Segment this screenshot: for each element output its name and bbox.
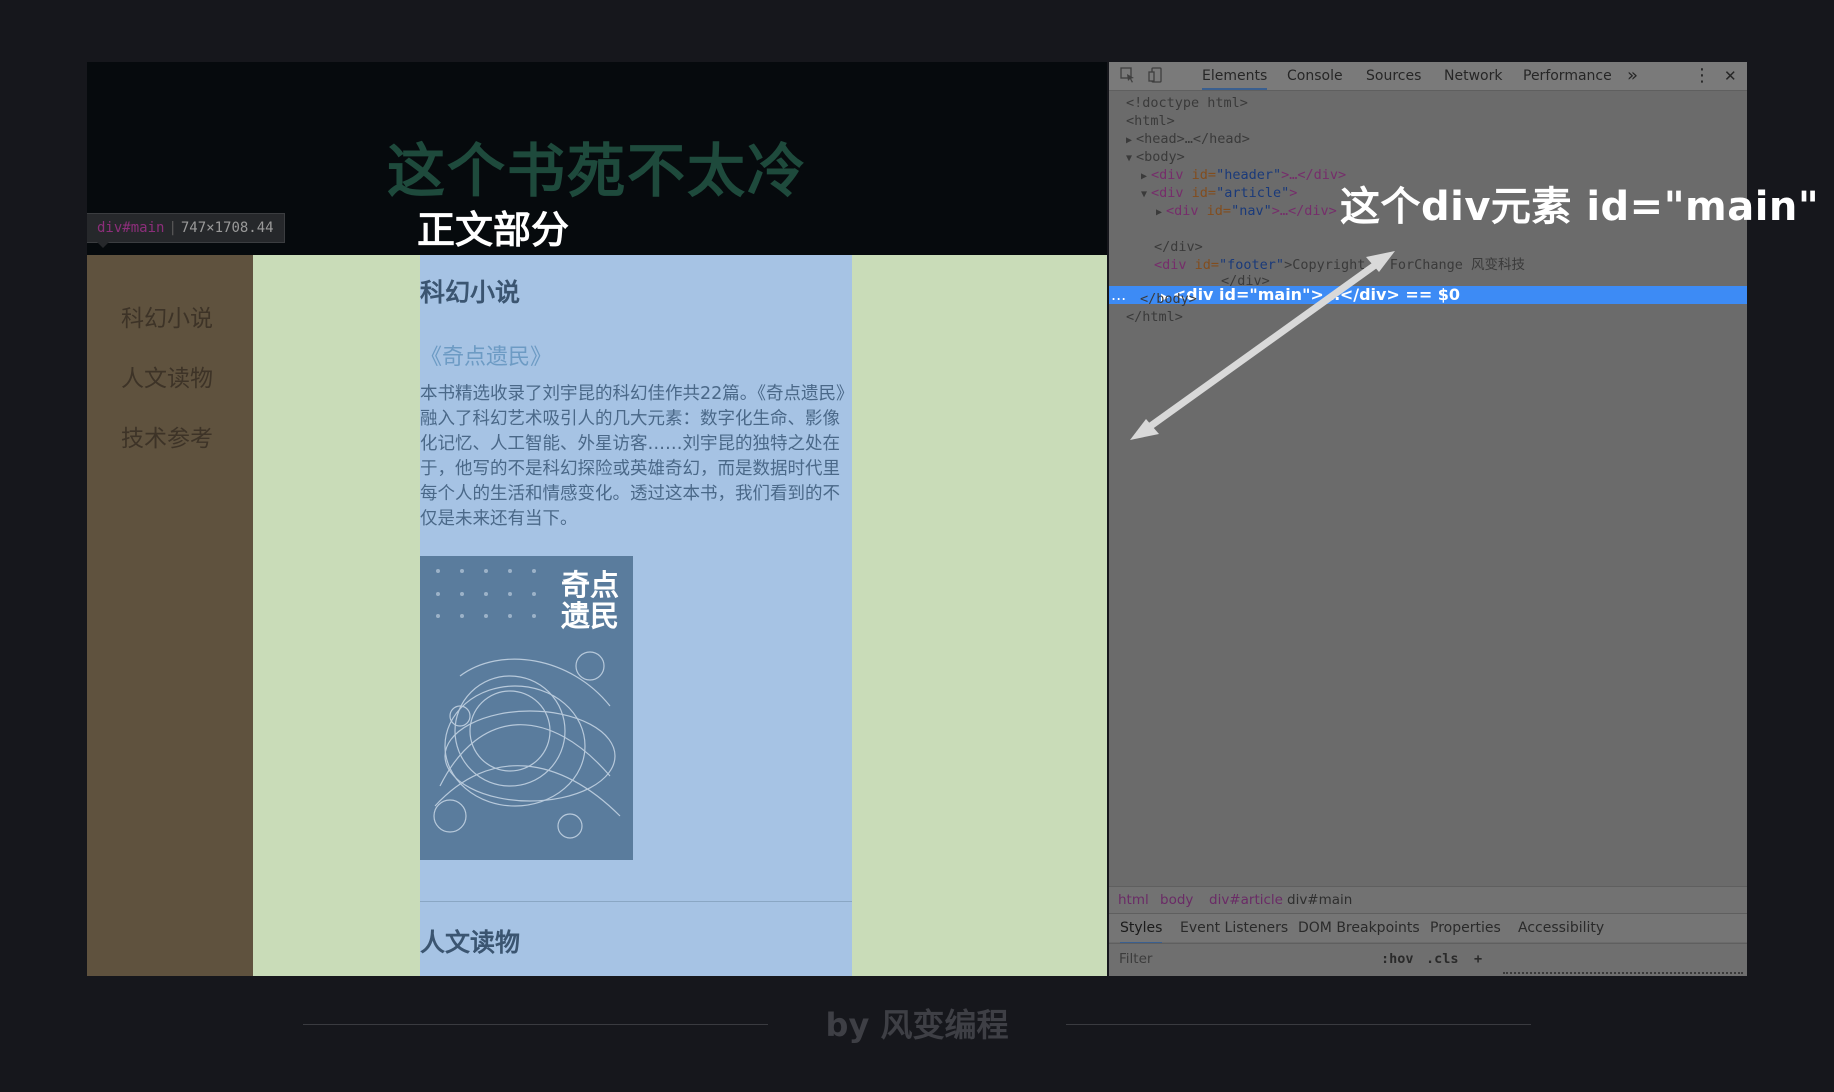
main-margin-left (253, 255, 420, 976)
node-header-div[interactable]: ▶ <div id="header">…</div> (1141, 166, 1346, 184)
hover-state-toggle[interactable]: :hov (1381, 944, 1414, 974)
device-toolbar-icon[interactable] (1147, 66, 1165, 89)
subtab-styles[interactable]: Styles (1120, 914, 1163, 944)
site-title: 这个书苑不太冷 (386, 137, 807, 205)
cover-title-line-2: 遗民 (560, 599, 619, 633)
filter-input[interactable]: Filter (1119, 944, 1152, 974)
node-tag: <div (1151, 185, 1192, 201)
nav-item-humanities[interactable]: 人文读物 (121, 359, 213, 393)
node-attr: id= (1206, 203, 1232, 219)
new-rule-button[interactable]: + (1474, 944, 1482, 974)
node-attr: id= (1191, 185, 1217, 201)
node-value: "footer" (1219, 257, 1285, 273)
section-heading-scifi: 科幻小说 (420, 278, 521, 307)
node-rest: >…</div> (1271, 203, 1337, 219)
node-body-text: <body> (1136, 149, 1185, 165)
book-title[interactable]: 《奇点遗民》 (420, 339, 552, 371)
section-caption: 正文部分 (417, 208, 570, 252)
node-article-close[interactable]: </div> (1154, 238, 1203, 256)
node-tag: <div (1151, 167, 1192, 183)
tooltip-separator: | (168, 220, 177, 236)
main-margin-right (852, 255, 1107, 976)
node-value: "article" (1216, 185, 1290, 201)
close-icon[interactable]: ✕ (1724, 62, 1737, 90)
node-body-close[interactable]: </body> (1140, 290, 1197, 308)
node-rest: > (1289, 185, 1298, 201)
element-tag-label: div#main (97, 220, 165, 236)
node-main-div[interactable]: ▶ <div id="main">…</div> == $0 (1161, 286, 1460, 304)
menu-icon[interactable]: ⋮ (1693, 62, 1711, 90)
element-size-tooltip: div#main | 747×1708.44 (87, 213, 285, 248)
node-attr: id= (1191, 167, 1217, 183)
nav-item-scifi[interactable]: 科幻小说 (121, 299, 213, 333)
breadcrumb-article[interactable]: div#article (1209, 887, 1283, 913)
node-main-div-text: <div id="main">…</div> == $0 (1172, 285, 1461, 304)
tab-sources[interactable]: Sources (1366, 62, 1421, 90)
node-head-text: <head>…</head> (1136, 131, 1250, 147)
node-value: "header" (1216, 167, 1282, 183)
element-size-label: 747×1708.44 (180, 220, 274, 236)
node-rest: >Copyright © ForChange 风变科技 (1284, 257, 1525, 273)
breadcrumb-body[interactable]: body (1160, 887, 1193, 913)
tab-elements[interactable]: Elements (1202, 62, 1268, 90)
node-footer-div[interactable]: <div id="footer">Copyright © ForChange 风… (1154, 256, 1525, 274)
subtab-event-listeners[interactable]: Event Listeners (1180, 914, 1288, 942)
annotation-callout: 这个div元素 id="main" (1340, 184, 1820, 230)
nav-column: 科幻小说 人文读物 技术参考 (87, 255, 253, 976)
node-options-icon[interactable]: ... (1111, 286, 1126, 304)
section-divider (420, 901, 852, 902)
node-body[interactable]: ▼ <body> (1126, 148, 1185, 166)
node-html[interactable]: <html> (1126, 112, 1175, 130)
section-heading-humanities: 人文读物 (420, 928, 521, 957)
breadcrumb-html[interactable]: html (1118, 887, 1149, 913)
footer-credit: by 风变编程 (825, 1006, 1009, 1044)
more-tabs-icon[interactable]: » (1627, 62, 1638, 90)
node-rest: >…</div> (1281, 167, 1347, 183)
book-cover-image: 奇点 遗民 (420, 556, 633, 860)
tab-network[interactable]: Network (1444, 62, 1502, 90)
node-tag: <div (1154, 257, 1195, 273)
cover-title: 奇点 遗民 (561, 570, 619, 632)
subtab-properties[interactable]: Properties (1430, 914, 1501, 942)
styles-subtabs: Styles Event Listeners DOM Breakpoints P… (1109, 913, 1747, 944)
book-description: 本书精选收录了刘宇昆的科幻佳作共22篇。《奇点遗民》融入了科幻艺术吸引人的几大元… (420, 384, 845, 529)
node-tag: <div (1166, 203, 1207, 219)
styles-filter-bar: Filter :hov .cls + (1109, 943, 1747, 976)
filter-underline (1503, 972, 1743, 974)
node-doctype[interactable]: <!doctype html> (1126, 94, 1248, 112)
devtools-toolbar: Elements Console Sources Network Perform… (1109, 62, 1747, 91)
node-html-close[interactable]: </html> (1126, 308, 1183, 326)
tab-console[interactable]: Console (1287, 62, 1343, 90)
breadcrumb: html body div#article div#main (1109, 886, 1747, 913)
class-toggle[interactable]: .cls (1426, 944, 1459, 974)
subtab-dom-breakpoints[interactable]: DOM Breakpoints (1298, 914, 1420, 942)
node-footer-close[interactable]: </div> (1221, 272, 1270, 290)
subtab-accessibility[interactable]: Accessibility (1518, 914, 1604, 942)
node-head[interactable]: ▶ <head>…</head> (1126, 130, 1250, 148)
node-nav-div[interactable]: ▶ <div id="nav">…</div> (1156, 202, 1337, 220)
node-article-div[interactable]: ▼ <div id="article"> (1141, 184, 1297, 202)
node-attr: id= (1194, 257, 1220, 273)
inspect-element-icon[interactable] (1119, 66, 1137, 89)
nav-item-tech[interactable]: 技术参考 (121, 419, 213, 453)
breadcrumb-main[interactable]: div#main (1287, 887, 1352, 913)
selected-node-row[interactable]: ... ▶ <div id="main">…</div> == $0 (1109, 286, 1747, 304)
webpage-viewport: 这个书苑不太冷 正文部分 div#main | 747×1708.44 科幻小说 人… (87, 62, 1107, 976)
main-content: 科幻小说 《奇点遗民》 本书精选收录了刘宇昆的科幻佳作共22篇。《奇点遗民》融入… (420, 255, 852, 976)
tab-performance[interactable]: Performance (1523, 62, 1612, 90)
cover-title-line-1: 奇点 (560, 568, 619, 602)
node-value: "nav" (1231, 203, 1272, 219)
